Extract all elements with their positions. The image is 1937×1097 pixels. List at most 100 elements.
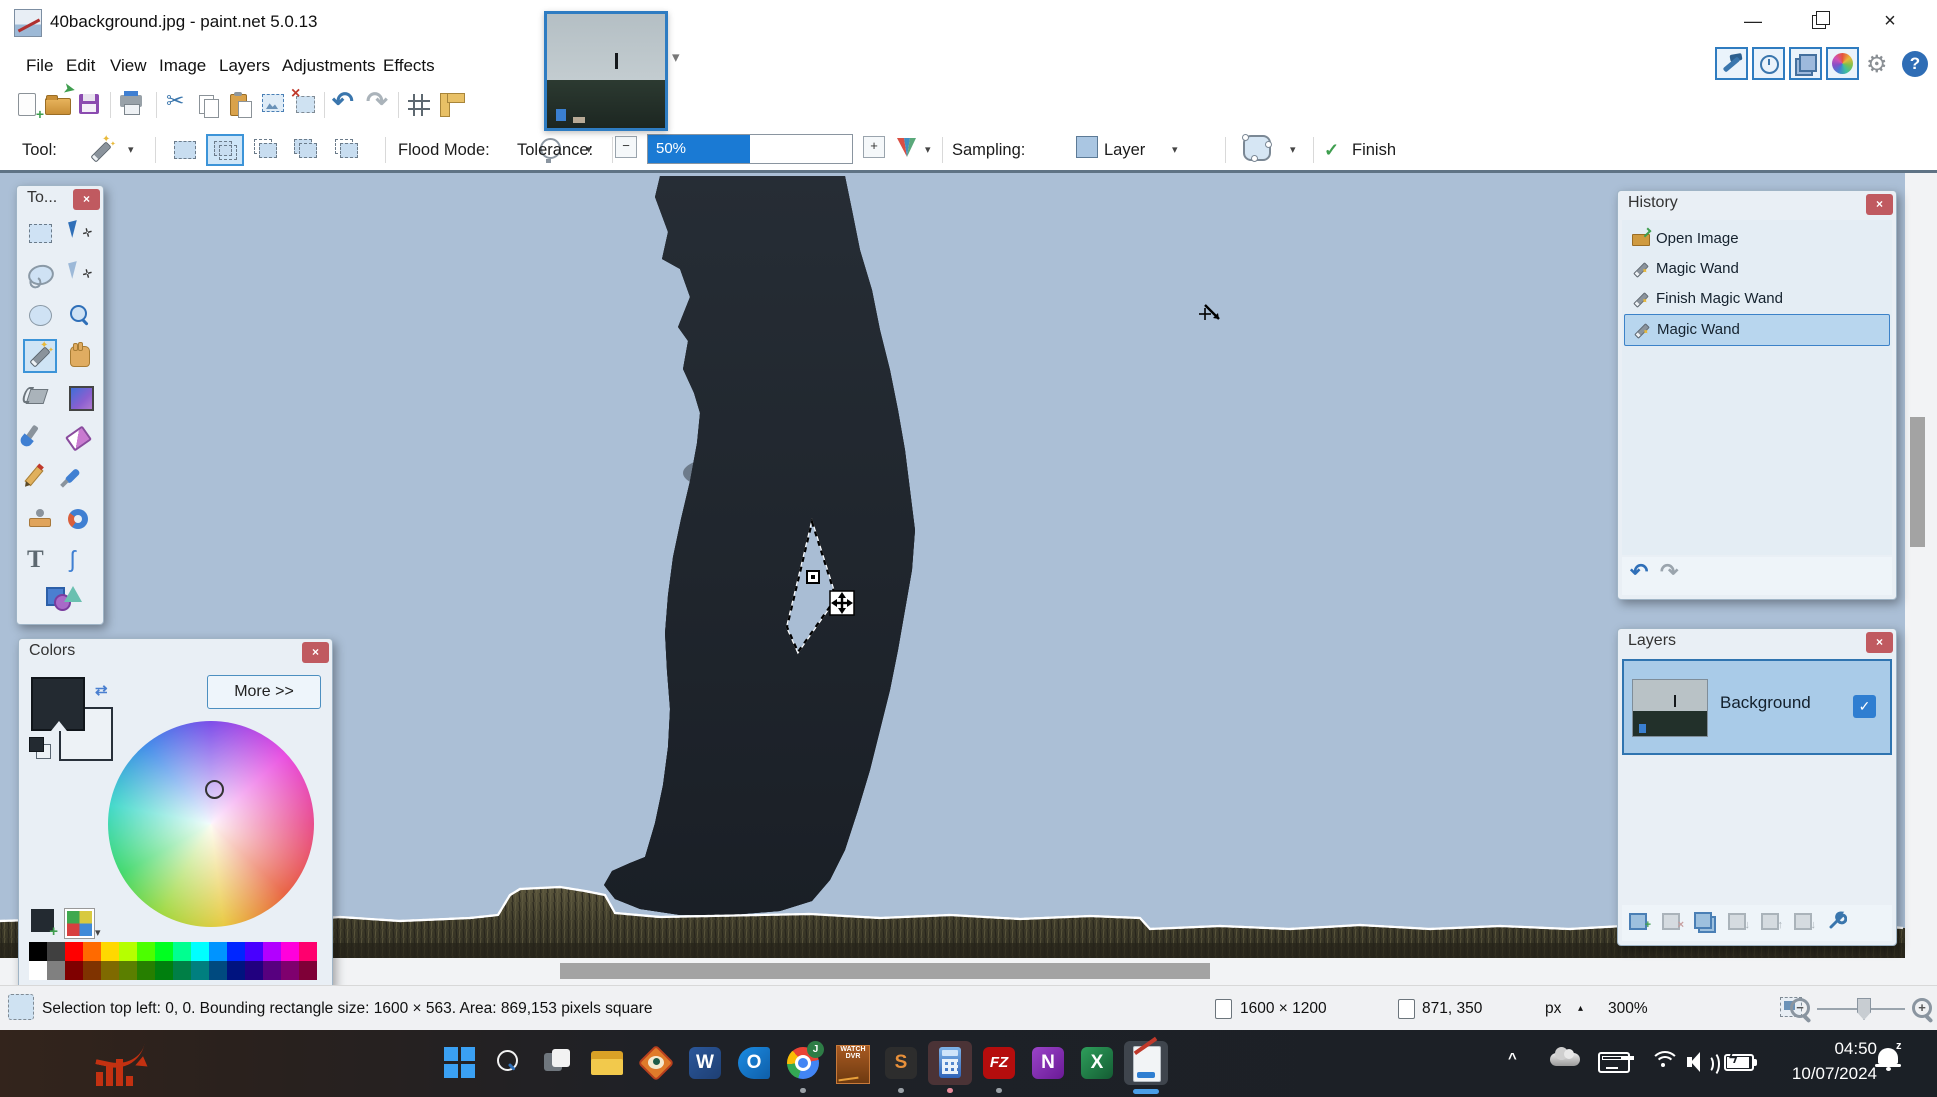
- toggle-history-button[interactable]: [1752, 47, 1785, 80]
- finish-button[interactable]: Finish: [1352, 130, 1396, 170]
- layer-visibility-checkbox[interactable]: ✓: [1853, 695, 1876, 718]
- tool-magic-wand[interactable]: ✦ ✦: [23, 339, 57, 373]
- color-wheel[interactable]: [108, 721, 314, 927]
- onedrive-icon[interactable]: [1550, 1053, 1580, 1066]
- unit-selector[interactable]: px: [1545, 986, 1561, 1031]
- vertical-scrollbar-thumb[interactable]: [1910, 417, 1925, 547]
- word-icon[interactable]: W: [685, 1043, 725, 1083]
- task-view-icon[interactable]: [538, 1043, 578, 1083]
- palette-swatch[interactable]: [65, 961, 83, 980]
- palette-swatch[interactable]: [65, 942, 83, 961]
- history-redo-button[interactable]: ↷: [1660, 559, 1678, 585]
- toggle-tools-button[interactable]: [1715, 47, 1748, 80]
- merge-layer-down-button[interactable]: ↓: [1725, 911, 1747, 931]
- file-explorer-icon[interactable]: [587, 1043, 627, 1083]
- palette-swatch[interactable]: [245, 942, 263, 961]
- menu-image[interactable]: Image: [155, 44, 210, 88]
- unit-dropdown-arrow[interactable]: ▴: [1578, 986, 1583, 1031]
- ruler-toggle-button[interactable]: [438, 90, 466, 120]
- menu-layers[interactable]: Layers: [215, 44, 274, 88]
- antialiasing-dropdown-arrow[interactable]: ▾: [925, 130, 931, 170]
- palette-swatch[interactable]: [245, 961, 263, 980]
- delete-layer-button[interactable]: ×: [1659, 911, 1681, 931]
- help-icon[interactable]: ?: [1902, 51, 1928, 77]
- tool-clone-stamp[interactable]: [23, 503, 57, 537]
- palette-swatch[interactable]: [47, 961, 65, 980]
- tools-panel-close-button[interactable]: ×: [73, 189, 100, 210]
- menu-file[interactable]: File: [22, 44, 57, 88]
- palette-menu-icon[interactable]: [65, 909, 94, 938]
- history-item-finish-magic-wand[interactable]: Finish Magic Wand: [1624, 284, 1890, 314]
- selection-mode-add[interactable]: [206, 134, 244, 166]
- watch-dvr-icon[interactable]: WATCHDVR: [832, 1043, 872, 1083]
- redo-button[interactable]: ↷: [366, 86, 394, 116]
- tolerance-plus-button[interactable]: +: [863, 136, 885, 158]
- new-file-button[interactable]: +: [14, 90, 42, 120]
- add-layer-button[interactable]: +: [1626, 911, 1648, 931]
- tool-paint-bucket[interactable]: [23, 380, 57, 414]
- close-button[interactable]: ×: [1870, 6, 1910, 36]
- search-icon[interactable]: [489, 1043, 529, 1083]
- palette-swatch[interactable]: [299, 942, 317, 961]
- toggle-layers-button[interactable]: [1789, 47, 1822, 80]
- move-layer-up-button[interactable]: ↑: [1758, 911, 1780, 931]
- swap-colors-icon[interactable]: ⇄: [95, 681, 108, 699]
- vertical-scrollbar[interactable]: [1905, 173, 1937, 958]
- palette-swatch[interactable]: [137, 942, 155, 961]
- palette-swatch[interactable]: [155, 942, 173, 961]
- sampling-dropdown-arrow[interactable]: ▾: [1172, 130, 1178, 170]
- print-button[interactable]: [118, 90, 146, 120]
- tool-gradient[interactable]: [63, 380, 97, 414]
- palette-swatch[interactable]: [281, 942, 299, 961]
- selection-mode-invert[interactable]: [329, 134, 367, 166]
- primary-color-swatch[interactable]: [31, 677, 85, 731]
- minimize-button[interactable]: —: [1733, 6, 1773, 36]
- tool-move-pixels[interactable]: [63, 216, 97, 250]
- palette-swatch[interactable]: [119, 961, 137, 980]
- tray-clock[interactable]: 04:50 10/07/2024: [1757, 1036, 1877, 1086]
- selection-quality-icon[interactable]: [1243, 135, 1271, 161]
- sampling-value[interactable]: Layer: [1104, 130, 1145, 170]
- onenote-icon[interactable]: N: [1028, 1043, 1068, 1083]
- tool-color-picker[interactable]: [63, 462, 97, 496]
- paintdotnet-taskbar-icon[interactable]: [1126, 1043, 1166, 1083]
- color-wheel-selector[interactable]: [205, 780, 224, 799]
- palette-swatch[interactable]: [173, 961, 191, 980]
- zoom-in-button[interactable]: +: [1912, 998, 1932, 1018]
- tool-dropdown-arrow[interactable]: ▾: [128, 130, 134, 170]
- undo-button[interactable]: ↶: [332, 86, 360, 116]
- history-undo-button[interactable]: ↶: [1630, 559, 1648, 585]
- tolerance-minus-button[interactable]: −: [615, 136, 637, 158]
- menu-effects[interactable]: Effects: [379, 44, 439, 88]
- palette-swatch[interactable]: [209, 942, 227, 961]
- layer-properties-wrench-button[interactable]: [1826, 911, 1848, 931]
- image-tab-thumbnail[interactable]: [544, 11, 668, 131]
- current-tool-wand-icon[interactable]: ✦ ✦: [86, 136, 118, 164]
- menu-view[interactable]: View: [106, 44, 151, 88]
- deselect-button[interactable]: [292, 90, 320, 120]
- tool-paintbrush[interactable]: [23, 421, 57, 455]
- history-item-open-image[interactable]: Open Image: [1624, 224, 1890, 254]
- paste-button[interactable]: [227, 90, 255, 120]
- palette-swatch[interactable]: [83, 942, 101, 961]
- tool-pencil[interactable]: [23, 462, 57, 496]
- palette-swatch[interactable]: [281, 961, 299, 980]
- crop-to-selection-button[interactable]: [260, 90, 288, 120]
- zoom-out-button[interactable]: −: [1790, 998, 1810, 1018]
- tolerance-slider[interactable]: 50%: [647, 134, 853, 164]
- tool-lasso-select[interactable]: [23, 257, 57, 291]
- palette-swatch[interactable]: [173, 942, 191, 961]
- history-panel-close-button[interactable]: ×: [1866, 194, 1893, 215]
- history-item-magic-wand-1[interactable]: Magic Wand: [1624, 254, 1890, 284]
- colors-panel-close-button[interactable]: ×: [302, 642, 329, 663]
- restore-button[interactable]: [1800, 6, 1840, 36]
- zoom-slider-thumb[interactable]: [1857, 998, 1871, 1020]
- horizontal-scrollbar-thumb[interactable]: [560, 963, 1210, 979]
- selection-quality-dropdown-arrow[interactable]: ▾: [1290, 130, 1296, 170]
- toggle-colors-button[interactable]: [1826, 47, 1859, 80]
- save-button[interactable]: [76, 90, 104, 120]
- palette-swatch[interactable]: [29, 961, 47, 980]
- palette-swatch[interactable]: [83, 961, 101, 980]
- tool-pan[interactable]: [63, 339, 97, 373]
- excel-icon[interactable]: X: [1077, 1043, 1117, 1083]
